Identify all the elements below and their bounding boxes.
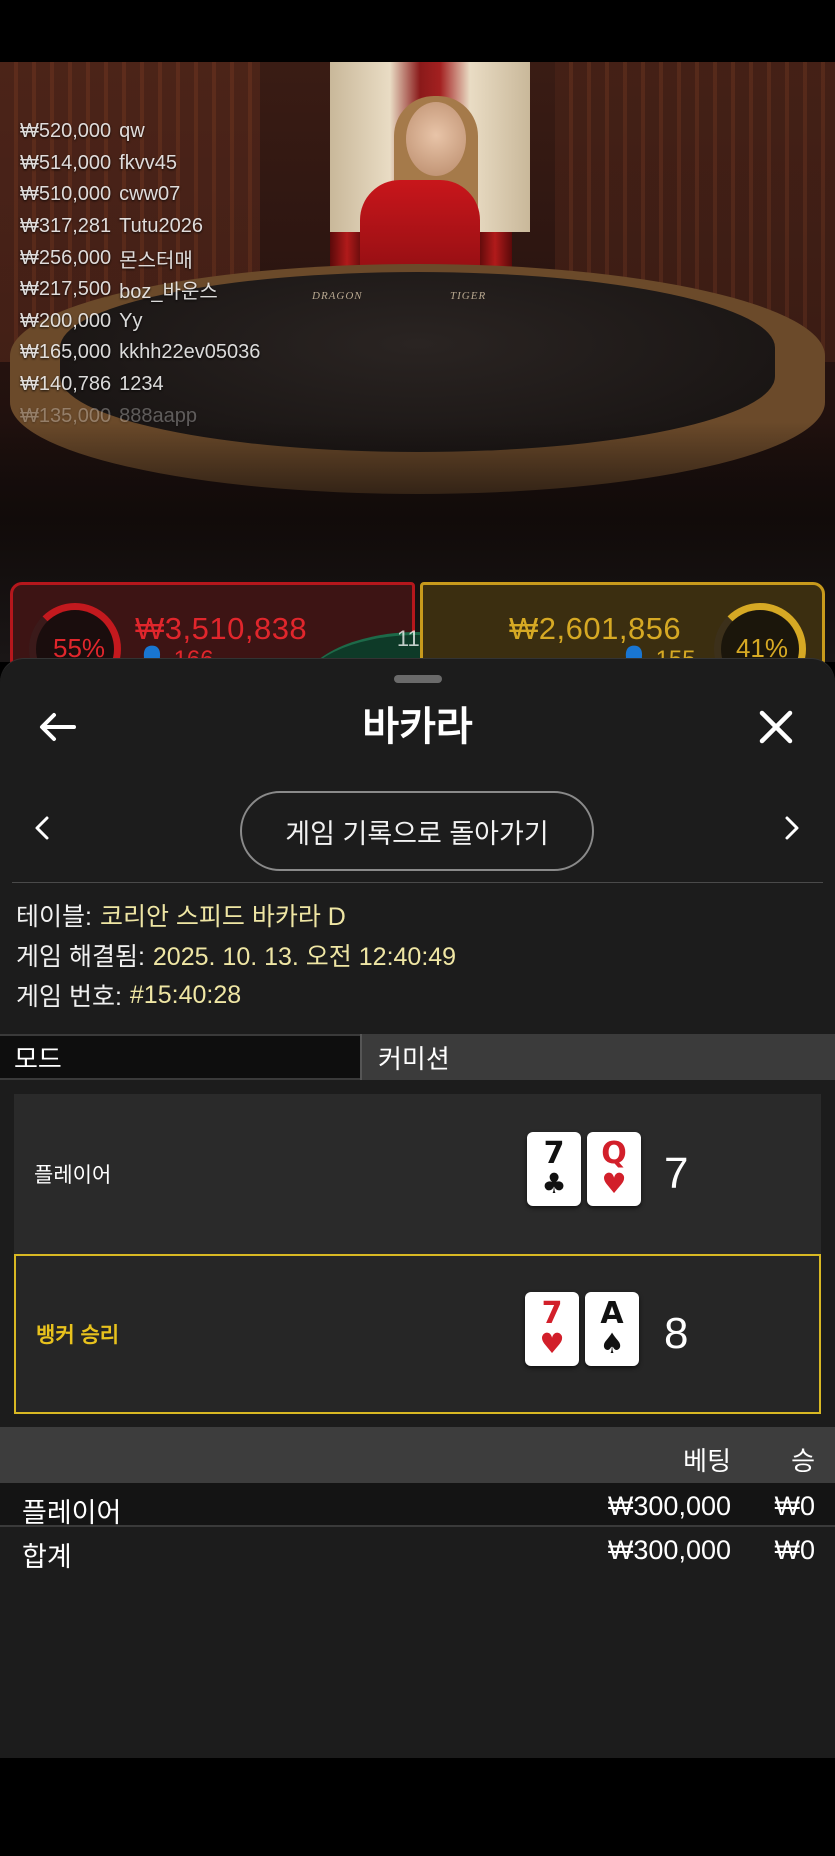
playing-card: 7 ♣ [527,1132,581,1206]
leaderboard-amount: ₩165,000 [20,341,112,364]
banker-score: 8 [664,1309,689,1358]
info-settled: 게임 해결됨: 2025. 10. 13. 오전 12:40:49 [16,935,456,975]
playing-card: Q ♥ [587,1132,641,1206]
bet-amount: ₩300,000 [607,1491,731,1521]
total-bet: ₩300,000 [607,1535,731,1565]
tab-commission[interactable]: 커미션 [360,1034,835,1080]
leaderboard-amount: ₩200,000 [20,309,112,332]
leaderboard-row: ₩140,786 1234 [20,369,340,401]
win-amount: ₩0 [774,1491,816,1521]
leaderboard-amount: ₩510,000 [20,183,112,206]
card-rank: 7 [543,1136,565,1171]
back-to-history-button[interactable]: 게임 기록으로 돌아가기 [240,791,594,871]
playing-card: A ♠ [585,1292,639,1366]
leaderboard-amount: ₩514,000 [20,151,112,174]
info-key: 게임 번호: [16,983,122,1011]
leaderboard-amount: ₩217,500 [20,278,112,301]
leaderboard-user: kkhh22ev05036 [119,341,261,364]
spade-suit-icon: ♠ [599,1327,625,1360]
banker-hand: 뱅커 승리 7 ♥ A ♠ 8 [14,1254,821,1414]
info-key: 게임 해결됨: [16,943,145,971]
leaderboard-amount: ₩135,000 [20,404,112,427]
banker-bet-amount: ₩2,601,856 [509,611,682,646]
info-game-number: 게임 번호: #15:40:28 [16,975,456,1015]
total-win: ₩0 [774,1535,816,1565]
leaderboard-user: 888aapp [119,404,198,427]
leaderboard-row: ₩200,000 Yy [20,306,340,338]
leaderboard-user: Tutu2026 [119,215,203,238]
leaderboard-user: qw [119,120,145,143]
chevron-right-icon [785,816,799,840]
info-key: 테이블: [16,903,92,931]
heart-suit-icon: ♥ [539,1327,565,1360]
leaderboard-user: cww07 [119,183,181,206]
card-rank: Q [601,1136,627,1171]
playing-card: 7 ♥ [525,1292,579,1366]
leaderboard-row: ₩520,000 qw [20,116,340,148]
leaderboard-row: ₩256,000 몬스터매 [20,242,340,274]
game-info: 테이블: 코리안 스피드 바카라 D 게임 해결됨: 2025. 10. 13.… [16,895,456,1015]
total-row: 합계 ₩300,000 ₩0 [0,1527,835,1572]
leaderboard-amount: ₩317,281 [20,215,112,238]
card-rank: A [600,1296,624,1331]
leaderboard-user: Yy [119,309,143,332]
winners-leaderboard: ₩520,000 qw ₩514,000 fkvv45 ₩510,000 cww07 … [20,116,340,432]
close-button[interactable] [748,699,804,755]
info-value: 2025. 10. 13. 오전 12:40:49 [152,943,457,971]
bet-label: 플레이어 [22,1498,122,1528]
table-row: 플레이어 ₩300,000 ₩0 [0,1483,835,1528]
leaderboard-row: ₩165,000 kkhh22ev05036 [20,337,340,369]
round-result: 플레이어 7 ♣ Q ♥ 7 뱅커 승리 7 ♥ A ♠ 8 [14,1094,821,1414]
banker-hand-label: 뱅커 승리 [36,1324,120,1347]
player-score: 7 [664,1149,689,1198]
leaderboard-row: ₩317,281 Tutu2026 [20,211,340,243]
leaderboard-amount: ₩520,000 [20,120,112,143]
chevron-left-icon [35,816,49,840]
player-hand: 플레이어 7 ♣ Q ♥ 7 [14,1094,821,1254]
info-table: 테이블: 코리안 스피드 바카라 D [16,895,456,935]
leaderboard-amount: ₩140,786 [20,373,112,396]
leaderboard-user: 몬스터매 [119,249,193,272]
club-suit-icon: ♣ [541,1167,567,1200]
divider [12,882,823,883]
total-label: 합계 [22,1542,72,1572]
leaderboard-row: ₩135,000 888aapp [20,400,340,432]
table-label-tiger: TIGER [450,290,487,302]
leaderboard-row: ₩510,000 cww07 [20,179,340,211]
leaderboard-user: 1234 [119,373,164,396]
dealer-head [406,102,466,176]
leaderboard-user: boz_바운스 [119,281,218,304]
close-icon [759,710,793,744]
leaderboard-row: ₩217,500 boz_바운스 [20,274,340,306]
info-value: 코리안 스피드 바카라 D [99,903,346,931]
next-game-button[interactable] [772,803,812,853]
leaderboard-row: ₩514,000 fkvv45 [20,148,340,180]
card-rank: 7 [541,1296,563,1331]
bets-table-header: 베팅 승 [0,1427,835,1483]
game-history-sheet: 바카라 게임 기록으로 돌아가기 테이블: 코리안 스피드 바카라 D 게임 해… [0,658,835,1758]
leaderboard-amount: ₩256,000 [20,246,112,269]
mode-tabs: 모드 커미션 [0,1034,835,1080]
heart-suit-icon: ♥ [601,1167,627,1200]
header-win: 승 [791,1446,815,1476]
leaderboard-user: fkvv45 [119,151,177,174]
info-value: #15:40:28 [129,980,242,1009]
previous-game-button[interactable] [22,803,62,853]
tab-mode[interactable]: 모드 [0,1034,360,1080]
player-hand-label: 플레이어 [34,1164,112,1187]
drag-handle[interactable] [394,675,442,683]
sheet-title: 바카라 [362,705,473,749]
header-bet: 베팅 [683,1446,731,1476]
bets-table: 베팅 승 플레이어 ₩300,000 ₩0 합계 ₩300,000 ₩0 [0,1427,835,1572]
